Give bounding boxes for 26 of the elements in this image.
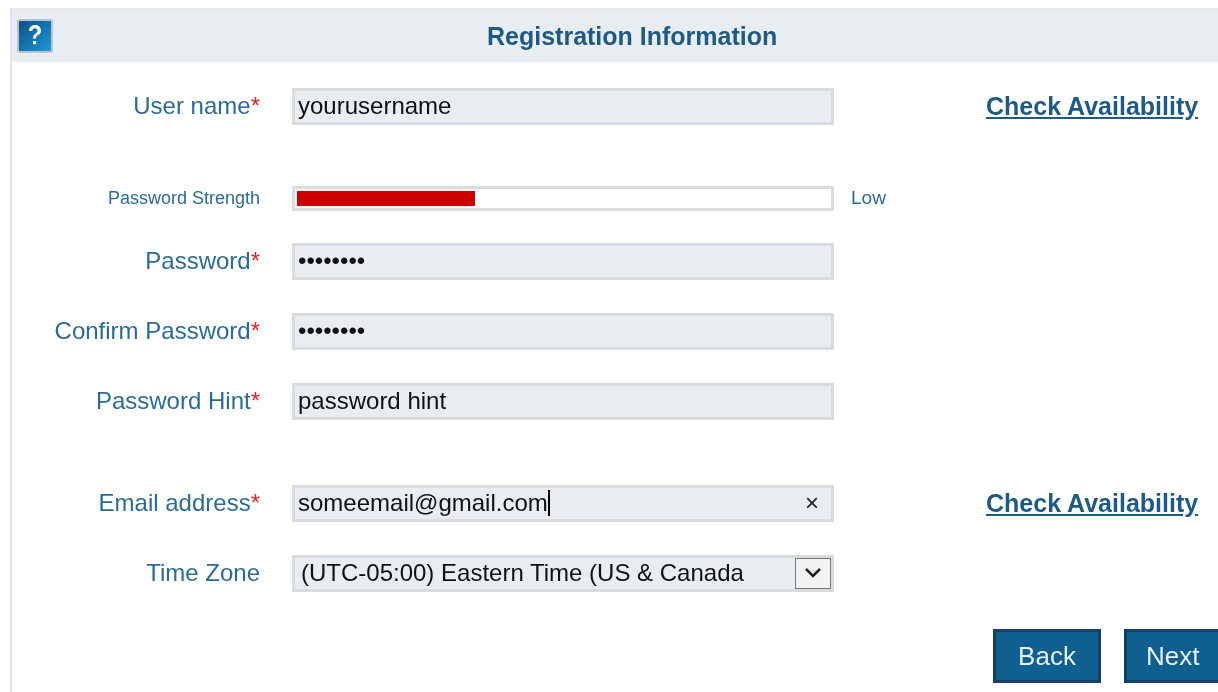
time-zone-dropdown[interactable]: (UTC-05:00) Eastern Time (US & Canada <box>292 554 834 592</box>
required-mark: * <box>250 92 260 119</box>
help-icon[interactable] <box>17 19 53 53</box>
field-label: Password <box>145 247 251 274</box>
required-mark: * <box>250 247 260 274</box>
field-label: Confirm Password <box>54 317 251 344</box>
field-label: Time Zone <box>146 559 260 586</box>
field-label: Password Hint <box>95 387 251 414</box>
nav-button[interactable]: Back <box>993 629 1101 683</box>
field-label: User name <box>133 92 251 119</box>
input-field[interactable]: •••••••• <box>292 312 834 350</box>
required-mark: * <box>250 317 260 344</box>
strength-reading: Low <box>851 187 886 209</box>
check-availability-link[interactable]: Check Availability <box>986 91 1199 121</box>
check-availability-link[interactable]: Check Availability <box>986 488 1199 518</box>
input-field[interactable]: someemail@gmail.com × <box>292 484 834 522</box>
clear-button[interactable]: × <box>799 489 825 517</box>
input-field[interactable]: password hint <box>292 382 834 420</box>
required-mark: * <box>250 387 260 414</box>
input-field[interactable]: •••••••• <box>292 242 834 280</box>
nav-button[interactable]: Next <box>1124 629 1218 683</box>
field-label: Email address <box>98 489 251 516</box>
form-title: Registration Information <box>487 22 778 51</box>
field-label: Password Strength <box>107 187 260 208</box>
required-mark: * <box>250 489 260 516</box>
input-field[interactable]: yourusername <box>292 87 834 125</box>
